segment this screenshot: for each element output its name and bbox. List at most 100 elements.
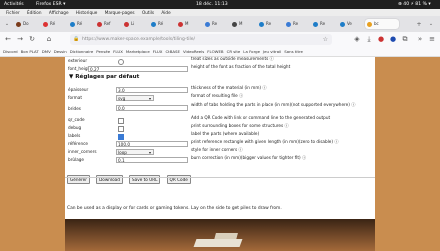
url-text: https://www.maker-space.example/tools/ti… xyxy=(82,37,196,42)
bookmark-item[interactable]: Jeu vitrail xyxy=(263,49,281,54)
extension-blue-icon[interactable]: ● xyxy=(388,34,398,45)
back-icon[interactable]: ← xyxy=(3,34,13,45)
tab-label: Ré xyxy=(158,21,164,26)
browser-tab[interactable]: Li xyxy=(122,19,149,29)
browser-tab[interactable]: Re xyxy=(257,19,284,29)
tab-label: Do xyxy=(23,21,29,26)
browser-tab[interactable]: Ve xyxy=(338,19,365,29)
menu-edit[interactable]: Édition xyxy=(27,10,42,15)
menu-view[interactable]: Affichage xyxy=(49,10,69,15)
label-format: format xyxy=(68,95,82,100)
tab-favicon-icon xyxy=(151,21,156,27)
label-exterieur: exterieur xyxy=(68,58,88,63)
activities-button[interactable]: Activités xyxy=(4,0,24,9)
page-background: exterieur treat sizes as outside measure… xyxy=(0,56,440,251)
inner-corners-select[interactable]: loop xyxy=(116,148,154,156)
new-tab-icon[interactable]: + xyxy=(414,19,424,30)
tab-favicon-icon xyxy=(97,21,102,27)
row-format: format svg format of resulting file ⓘ xyxy=(66,93,376,102)
browser-tab[interactable]: Ref xyxy=(95,19,122,29)
bookmark-item[interactable]: La Forge xyxy=(243,49,260,54)
url-bar[interactable]: 🔒 https://www.maker-space.example/tools/… xyxy=(70,34,332,45)
menu-file[interactable]: Fichier xyxy=(6,10,20,15)
bookmark-item[interactable]: Dictionnaire xyxy=(70,49,94,54)
bookmark-item[interactable]: FLOWEB xyxy=(207,49,223,54)
qr-code-checkbox[interactable] xyxy=(118,117,124,124)
bookmark-item[interactable]: CR site xyxy=(227,49,241,54)
desc-reference: print reference rectangle with given len… xyxy=(191,139,339,144)
extensions-icon[interactable]: ⧉ xyxy=(400,34,410,45)
tab-bar: ⌄ Do Ré Ré Ref Li Ré M Re M Re Re Re Ve bc + ⌄ xyxy=(0,16,440,32)
action-buttons: Générer Download Save to URL QR Code xyxy=(67,166,192,184)
tab-list-icon[interactable]: ⌄ xyxy=(2,19,12,30)
bookmark-item[interactable]: Sans titre xyxy=(284,49,303,54)
epaisseur-input[interactable]: 3.0 xyxy=(116,86,188,93)
bookmark-item[interactable]: Dessin xyxy=(54,49,67,54)
browser-tab[interactable]: Ré xyxy=(41,19,68,29)
bookmark-item[interactable]: DMV xyxy=(42,49,51,54)
browser-tab[interactable]: Re xyxy=(311,19,338,29)
font-height-input[interactable]: 0.27 xyxy=(88,65,188,72)
tab-favicon-icon xyxy=(43,21,48,27)
brides-input[interactable]: 0.0 xyxy=(116,105,188,111)
label-inner-corners: inner_corners xyxy=(68,149,97,154)
system-tray[interactable]: ⊕ 40 ⚡ 81 % ▾ xyxy=(398,0,431,9)
menu-bookmarks[interactable]: Marque-pages xyxy=(105,10,135,15)
list-all-tabs-icon[interactable]: ⌄ xyxy=(426,19,436,30)
browser-tab[interactable]: Ré xyxy=(68,19,95,29)
exterieur-checkbox[interactable] xyxy=(118,58,124,65)
bookmark-item[interactable]: Bon PLAT xyxy=(21,49,39,54)
section-defaults-heading[interactable]: ▼ Réglages par défaut xyxy=(69,74,139,80)
forward-icon[interactable]: → xyxy=(15,34,25,45)
browser-tab[interactable]: Re xyxy=(284,19,311,29)
labels-checkbox[interactable] xyxy=(118,133,124,140)
menu-tools[interactable]: Outils xyxy=(142,10,154,15)
desc-brulage: burn correction (in mm)(bigger values fo… xyxy=(191,155,307,160)
app-menu[interactable]: Firefox ESR ▾ xyxy=(36,0,65,9)
label-qr-code: qr_code xyxy=(68,117,85,122)
bookmark-star-icon[interactable]: ☆ xyxy=(323,34,328,45)
bookmark-item[interactable]: CtBASE xyxy=(165,49,180,54)
browser-tab[interactable]: Ré xyxy=(149,19,176,29)
brulage-input[interactable]: 0.1 xyxy=(116,156,188,163)
bookmark-item[interactable]: VideoReels xyxy=(183,49,204,54)
menu-help[interactable]: Aide xyxy=(161,10,170,15)
bookmark-item[interactable]: FLUX xyxy=(153,49,163,54)
desc-font-height: height of the font as fraction of the to… xyxy=(191,64,291,69)
bookmark-item[interactable]: FLUX xyxy=(113,49,123,54)
tab-label: Re xyxy=(320,21,326,26)
browser-tab[interactable]: M xyxy=(230,19,257,29)
desc-debug: print surrounding boxes for some structu… xyxy=(191,123,289,128)
desc-format: format of resulting file ⓘ xyxy=(191,93,244,98)
bookmark-item[interactable]: Discord xyxy=(3,49,18,54)
tab-label: Re xyxy=(266,21,272,26)
photo-tile-large xyxy=(193,239,243,247)
pocket-icon[interactable]: ◈ xyxy=(352,34,362,45)
debug-checkbox[interactable] xyxy=(118,125,124,132)
extension-red-icon[interactable]: ● xyxy=(376,34,386,45)
tab-favicon-icon xyxy=(16,21,21,27)
overflow-icon[interactable]: » xyxy=(415,34,425,45)
desc-brides: width of tabs holding the parts in place… xyxy=(191,102,356,107)
browser-tab[interactable]: bc xyxy=(365,19,399,29)
reference-input[interactable]: 100.0 xyxy=(116,140,188,147)
downloads-icon[interactable]: ⤓ xyxy=(364,34,374,45)
bookmark-item[interactable]: Marketplace xyxy=(126,49,150,54)
tab-label: M xyxy=(185,21,189,26)
browser-tab[interactable]: Do xyxy=(14,19,41,29)
app-menu-icon[interactable]: ≡ xyxy=(427,34,437,45)
tab-favicon-icon xyxy=(124,21,129,27)
label-brides: brides xyxy=(68,106,81,111)
row-debug: debug print surrounding boxes for some s… xyxy=(66,123,376,132)
row-brulage: brûlage 0.1 burn correction (in mm)(bigg… xyxy=(66,155,376,163)
browser-tab[interactable]: M xyxy=(176,19,203,29)
home-icon[interactable]: ⌂ xyxy=(44,34,54,45)
format-select[interactable]: svg xyxy=(116,94,154,102)
bookmark-item[interactable]: Pensée xyxy=(96,49,110,54)
menu-history[interactable]: Historique xyxy=(76,10,97,15)
tab-label: Ré xyxy=(50,21,56,26)
system-top-bar: Activités Firefox ESR ▾ 18 déc. 11:13 ⊕ … xyxy=(0,0,440,9)
clock[interactable]: 18 déc. 11:13 xyxy=(196,0,228,9)
reload-icon[interactable]: ↻ xyxy=(27,34,37,45)
browser-tab[interactable]: Re xyxy=(203,19,230,29)
